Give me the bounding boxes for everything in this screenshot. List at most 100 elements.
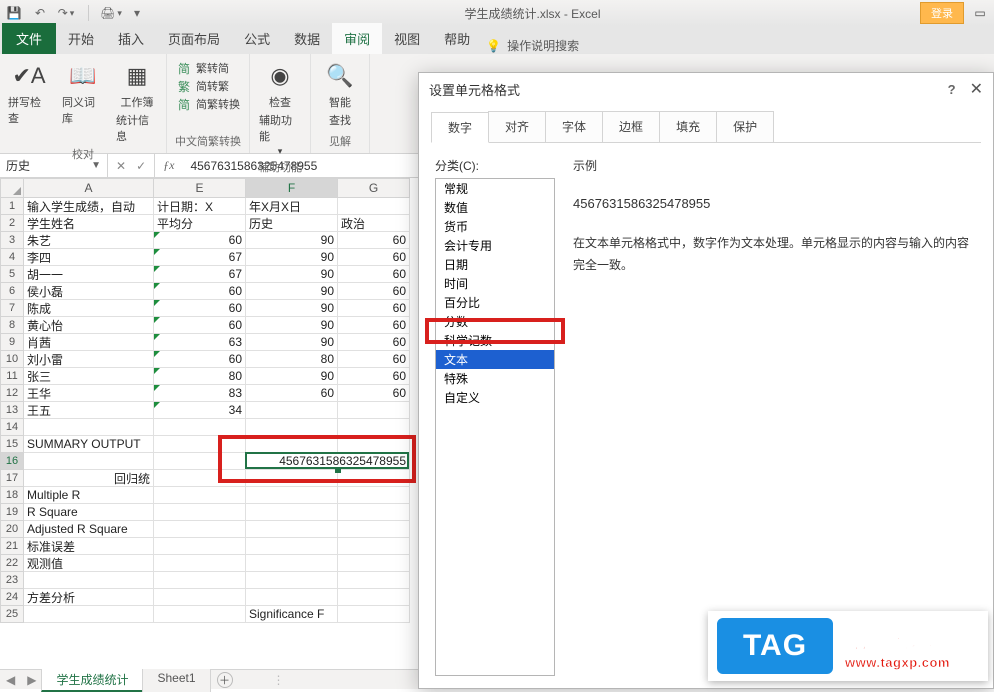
fill-handle[interactable]	[335, 467, 341, 473]
cell[interactable]: 学生姓名	[24, 215, 154, 232]
row-header[interactable]: 1	[0, 198, 24, 215]
cell[interactable]: 陈成	[24, 300, 154, 317]
cell[interactable]	[246, 555, 338, 572]
cell[interactable]: 60	[338, 266, 410, 283]
cell[interactable]: Significance F	[246, 606, 338, 623]
ribbon-工作簿 统计信息[interactable]: ▦工作簿统计信息	[116, 58, 158, 144]
cell[interactable]	[154, 555, 246, 572]
cell[interactable]	[338, 504, 410, 521]
cell[interactable]: 60	[154, 300, 246, 317]
row-header[interactable]: 25	[0, 606, 24, 623]
tab-开始[interactable]: 开始	[56, 23, 106, 54]
cell[interactable]: 黄心怡	[24, 317, 154, 334]
row-header[interactable]: 11	[0, 368, 24, 385]
cell[interactable]: 张三	[24, 368, 154, 385]
category-item[interactable]: 分数	[436, 312, 554, 331]
cell[interactable]: 侯小磊	[24, 283, 154, 300]
category-listbox[interactable]: 常规数值货币会计专用日期时间百分比分数科学记数文本特殊自定义	[435, 178, 555, 676]
row-header[interactable]: 15	[0, 436, 24, 453]
cell[interactable]: 历史	[246, 215, 338, 232]
category-item[interactable]: 科学记数	[436, 331, 554, 350]
cell[interactable]	[338, 470, 410, 487]
dialog-tab-数字[interactable]: 数字	[431, 112, 489, 143]
cell[interactable]: 83	[154, 385, 246, 402]
row-header[interactable]: 19	[0, 504, 24, 521]
cell[interactable]	[246, 402, 338, 419]
cell[interactable]	[246, 572, 338, 589]
column-header-G[interactable]: G	[338, 178, 410, 198]
cell[interactable]: 政治	[338, 215, 410, 232]
cell[interactable]	[338, 572, 410, 589]
category-item[interactable]: 数值	[436, 198, 554, 217]
cell[interactable]: 王五	[24, 402, 154, 419]
cell[interactable]	[246, 589, 338, 606]
cell[interactable]: 60	[338, 249, 410, 266]
cell[interactable]	[246, 487, 338, 504]
cell[interactable]	[154, 470, 246, 487]
cell[interactable]: 90	[246, 283, 338, 300]
cell[interactable]	[154, 419, 246, 436]
ribbon-繁转简[interactable]: 简繁转简	[176, 60, 240, 76]
cell[interactable]: 方差分析	[24, 589, 154, 606]
fx-icon[interactable]: ƒx	[155, 154, 182, 177]
ribbon-简转繁[interactable]: 繁简转繁	[176, 78, 240, 94]
sheet-tab[interactable]: Sheet1	[142, 668, 210, 692]
dialog-tab-对齐[interactable]: 对齐	[488, 111, 546, 142]
row-header[interactable]: 21	[0, 538, 24, 555]
tab-公式[interactable]: 公式	[232, 23, 282, 54]
cell[interactable]	[154, 504, 246, 521]
login-button[interactable]: 登录	[920, 2, 964, 24]
cell[interactable]: 李四	[24, 249, 154, 266]
cell[interactable]: 90	[246, 232, 338, 249]
cell[interactable]	[154, 572, 246, 589]
cell[interactable]: 回归统	[24, 470, 154, 487]
redo-icon[interactable]: ↷	[58, 5, 74, 21]
cell[interactable]: 60	[154, 283, 246, 300]
cell[interactable]: 67	[154, 266, 246, 283]
dialog-tab-填充[interactable]: 填充	[659, 111, 717, 142]
row-header[interactable]: 22	[0, 555, 24, 572]
close-icon[interactable]: ✕	[970, 79, 983, 99]
cell[interactable]: 90	[246, 368, 338, 385]
cell[interactable]	[154, 606, 246, 623]
cell[interactable]: 90	[246, 317, 338, 334]
cell[interactable]: 观测值	[24, 555, 154, 572]
cell[interactable]	[246, 419, 338, 436]
dialog-tab-边框[interactable]: 边框	[602, 111, 660, 142]
undo-icon[interactable]: ↶	[32, 5, 48, 21]
enter-icon[interactable]: ✓	[136, 159, 146, 173]
cell[interactable]: 王华	[24, 385, 154, 402]
cell[interactable]: Adjusted R Square	[24, 521, 154, 538]
cell[interactable]: 60	[338, 334, 410, 351]
cell[interactable]	[154, 436, 246, 453]
ribbon-拼写检查[interactable]: ✔A拼写检查	[8, 58, 50, 126]
category-item[interactable]: 文本	[436, 350, 554, 369]
tab-file[interactable]: 文件	[2, 23, 56, 54]
row-header[interactable]: 14	[0, 419, 24, 436]
save-icon[interactable]: 💾	[6, 5, 22, 21]
cell[interactable]	[338, 402, 410, 419]
ribbon-检查 辅助功能[interactable]: ◉检查辅助功能▾	[259, 58, 301, 157]
cell[interactable]	[24, 572, 154, 589]
new-sheet-button[interactable]: ＋	[217, 672, 233, 688]
cell[interactable]: 输入学生成绩，自动	[24, 198, 154, 215]
column-header-A[interactable]: A	[24, 178, 154, 198]
row-header[interactable]: 10	[0, 351, 24, 368]
row-header[interactable]: 16	[0, 453, 24, 470]
ribbon-同义词库[interactable]: 📖同义词库	[62, 58, 104, 126]
cell[interactable]: 60	[154, 317, 246, 334]
cell[interactable]	[338, 419, 410, 436]
row-header[interactable]: 5	[0, 266, 24, 283]
cell[interactable]: 60	[338, 283, 410, 300]
category-item[interactable]: 自定义	[436, 388, 554, 407]
row-header[interactable]: 7	[0, 300, 24, 317]
tab-数据[interactable]: 数据	[282, 23, 332, 54]
cell[interactable]: 90	[246, 300, 338, 317]
cell[interactable]	[154, 487, 246, 504]
row-header[interactable]: 2	[0, 215, 24, 232]
cell[interactable]: 60	[338, 300, 410, 317]
row-header[interactable]: 13	[0, 402, 24, 419]
cell[interactable]: 刘小雷	[24, 351, 154, 368]
category-item[interactable]: 日期	[436, 255, 554, 274]
row-header[interactable]: 3	[0, 232, 24, 249]
